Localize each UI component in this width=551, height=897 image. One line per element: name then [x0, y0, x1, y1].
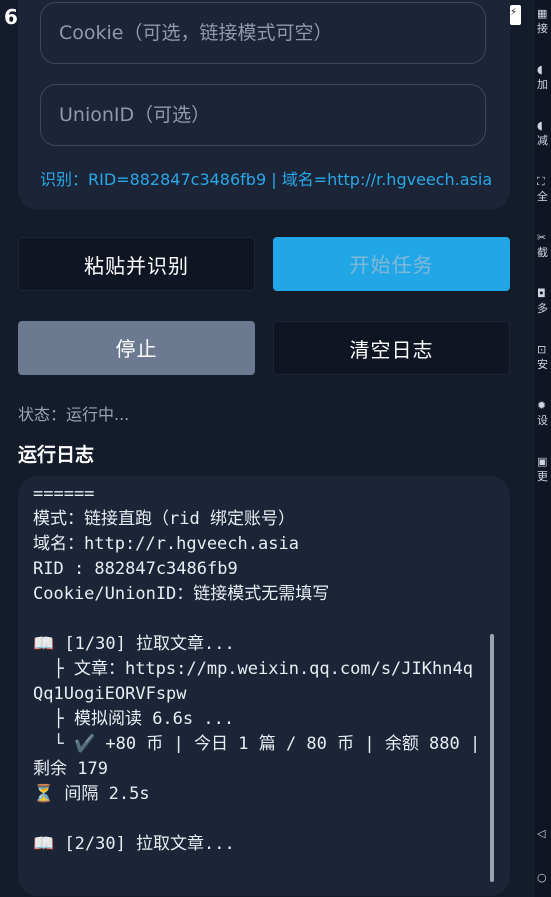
volume-icon: ◖	[537, 119, 543, 132]
side-item-volume-up[interactable]: ◖ 加	[537, 64, 551, 92]
log-scrollbar[interactable]	[490, 634, 494, 882]
clear-log-button[interactable]: 清空日志	[273, 321, 510, 375]
back-icon[interactable]: ◁	[537, 828, 551, 840]
volume-icon: ◖	[537, 63, 543, 76]
fullscreen-icon: ⛶	[537, 175, 545, 188]
unionid-field[interactable]	[40, 84, 486, 146]
grid-icon: ▦	[537, 7, 548, 20]
side-item-screenshot[interactable]: ✂ 截	[537, 232, 551, 260]
start-task-button[interactable]: 开始任务	[273, 237, 510, 291]
unionid-input[interactable]	[57, 85, 471, 145]
gear-icon: ✹	[537, 399, 547, 412]
side-toolbar: ▦ 接 ◖ 加 ◖ 减 ⛶ 全 ✂ 截 ◘ 多 ⊡ 安 ✹ 设 ▣ 更 ◁ ○	[535, 0, 551, 897]
window-icon: ◘	[537, 287, 546, 300]
side-item-settings[interactable]: ✹ 设	[537, 400, 551, 428]
side-item-multi[interactable]: ◘ 多	[537, 288, 551, 316]
more-icon: ▣	[537, 455, 548, 468]
log-content: ====== 模式：链接直跑（rid 绑定账号） 域名：http://r.hgv…	[33, 484, 481, 854]
side-item-volume-down[interactable]: ◖ 减	[537, 120, 551, 148]
side-item-install[interactable]: ⊡ 安	[537, 344, 551, 372]
stop-button[interactable]: 停止	[18, 321, 255, 375]
cookie-input[interactable]	[57, 3, 471, 63]
home-icon[interactable]: ○	[537, 872, 551, 884]
install-icon: ⊡	[537, 343, 547, 356]
battery-icon	[510, 5, 521, 25]
log-panel[interactable]: ====== 模式：链接直跑（rid 绑定账号） 域名：http://r.hgv…	[18, 476, 510, 896]
log-title: 运行日志	[18, 444, 95, 466]
side-item-more[interactable]: ▣ 更	[537, 456, 551, 484]
ident-result-text: 识别：RID=882847c3486fb9 | 域名=http://r.hgve…	[40, 170, 493, 189]
status-text: 状态：运行中...	[18, 405, 130, 424]
cookie-field[interactable]	[40, 2, 486, 64]
side-item-connect[interactable]: ▦ 接	[537, 8, 551, 36]
side-item-fullscreen[interactable]: ⛶ 全	[537, 176, 551, 204]
paste-identify-button[interactable]: 粘贴并识别	[18, 237, 255, 291]
config-card: 识别：RID=882847c3486fb9 | 域名=http://r.hgve…	[18, 0, 510, 210]
scissors-icon: ✂	[537, 231, 547, 244]
